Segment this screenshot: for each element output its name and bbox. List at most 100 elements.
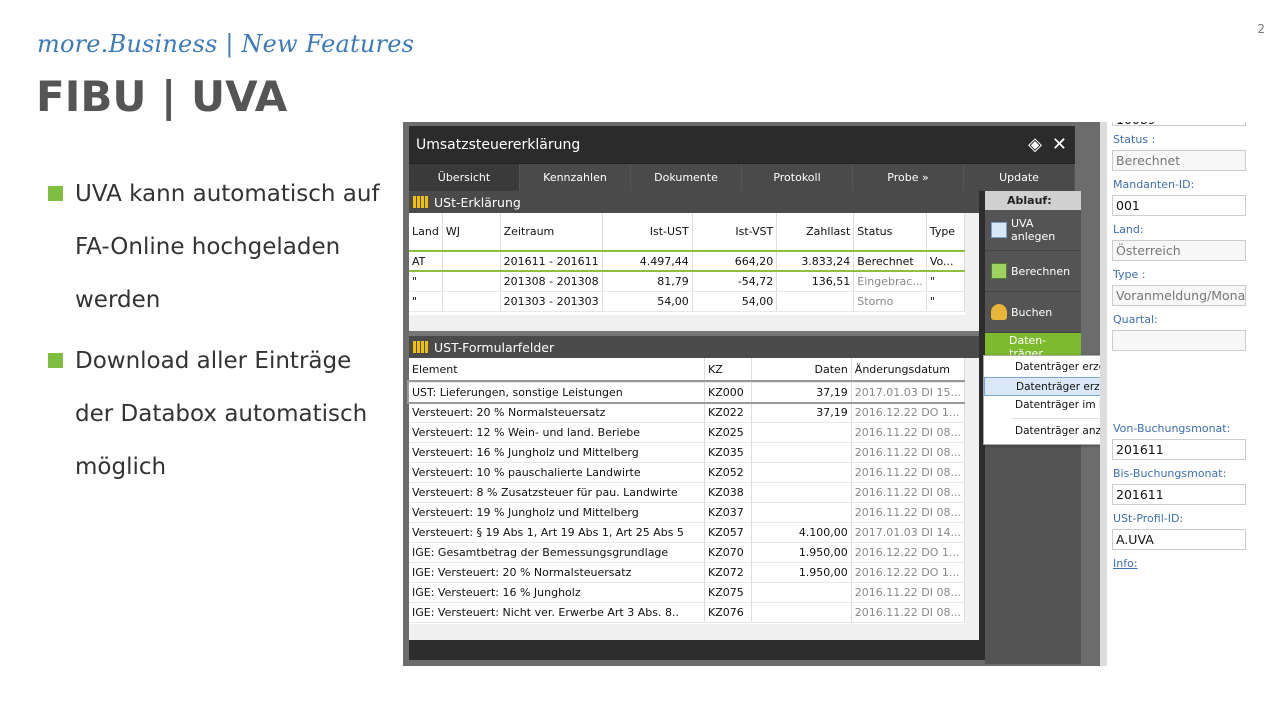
table-row[interactable]: IGE: Gesamtbetrag der Bemessungsgrundlag… <box>409 542 966 563</box>
cell-land: " <box>409 271 443 292</box>
column-header[interactable]: Ist-UST <box>602 213 693 252</box>
tab-protokoll[interactable]: Protokoll <box>742 164 853 191</box>
cell-element: Versteuert: 8 % Zusatzsteuer für pau. La… <box>409 482 705 503</box>
cell-status: Eingebrac... <box>853 271 927 292</box>
cell-kz: KZ075 <box>704 582 752 603</box>
buchen-button[interactable]: Buchen <box>985 292 1081 333</box>
cell-element: IGE: Versteuert: 16 % Jungholz <box>409 582 705 603</box>
tab-update[interactable]: Update <box>964 164 1075 191</box>
cell-kz: KZ072 <box>704 562 752 583</box>
cell-element: Versteuert: 19 % Jungholz und Mittelberg <box>409 502 705 523</box>
table-row[interactable]: Versteuert: 10 % pauschalierte Landwirte… <box>409 462 966 483</box>
column-header[interactable]: Daten <box>751 358 852 383</box>
cell-element: Versteuert: 10 % pauschalierte Landwirte <box>409 462 705 483</box>
column-header[interactable]: KZ <box>704 358 752 383</box>
cell-kz: KZ038 <box>704 482 752 503</box>
cell-ist-vst: 54,00 <box>692 291 778 312</box>
field-value[interactable]: A.UVA <box>1112 529 1246 550</box>
table-row[interactable]: Versteuert: 8 % Zusatzsteuer für pau. La… <box>409 482 966 503</box>
table-row[interactable]: " 201308 - 201308 81,79 -54,72 136,51 Ei… <box>409 271 966 292</box>
table-row[interactable]: Versteuert: § 19 Abs 1, Art 19 Abs 1, Ar… <box>409 522 966 543</box>
cell-aenderungsdatum: 2016.11.22 DI 08... <box>851 482 966 503</box>
cell-type: " <box>926 291 966 312</box>
ust-pane-header: USt-Erklärung <box>409 191 979 213</box>
vertical-scrollbar[interactable] <box>965 213 979 315</box>
tab-uebersicht[interactable]: Übersicht <box>409 164 520 191</box>
cell-aenderungsdatum: 2016.11.22 DI 08... <box>851 422 966 443</box>
slide-subtitle: more.Business | New Features <box>37 30 415 58</box>
layers-icon[interactable]: ◈ <box>1028 134 1042 155</box>
uva-anlegen-button[interactable]: UVA anlegen <box>985 210 1081 251</box>
field-value[interactable]: Voranmeldung/Monat <box>1112 285 1246 306</box>
cell-aenderungsdatum: 2016.11.22 DI 08... <box>851 502 966 523</box>
cell-daten <box>751 482 852 503</box>
cell-type: " <box>926 271 966 292</box>
bullet-square-icon <box>48 186 63 201</box>
form-pane-title: UST-Formularfelder <box>434 339 555 355</box>
cell-kz: KZ022 <box>704 402 752 423</box>
cell-ist-vst: 664,20 <box>692 250 778 272</box>
cell-daten: 37,19 <box>751 382 852 403</box>
column-header[interactable]: Element <box>409 358 705 383</box>
table-row[interactable]: Versteuert: 16 % Jungholz und Mittelberg… <box>409 442 966 463</box>
document-icon <box>991 222 1007 238</box>
vertical-scrollbar[interactable] <box>965 358 979 624</box>
field-value[interactable]: 001 <box>1112 195 1246 216</box>
column-header[interactable]: Status <box>853 213 927 252</box>
field-value[interactable]: Berechnet <box>1112 150 1246 171</box>
column-header[interactable]: Land <box>409 213 443 252</box>
column-header[interactable]: WJ <box>442 213 501 252</box>
field-value[interactable] <box>1112 330 1246 351</box>
column-header[interactable]: Type <box>926 213 966 252</box>
form-table-container: Element KZ Daten Änderungsdatum UST: Lie… <box>407 358 979 624</box>
table-row[interactable]: Versteuert: 12 % Wein- und land. Beriebe… <box>409 422 966 443</box>
table-row[interactable]: IGE: Versteuert: 16 % Jungholz KZ075 2016.… <box>409 582 966 603</box>
table-row[interactable]: Versteuert: 19 % Jungholz und Mittelberg… <box>409 502 966 523</box>
berechnen-button[interactable]: Berechnen <box>985 251 1081 292</box>
cell-kz: KZ037 <box>704 502 752 523</box>
cell-element: Versteuert: 16 % Jungholz und Mittelberg <box>409 442 705 463</box>
bullet-square-icon <box>48 353 63 368</box>
cell-daten: 37,19 <box>751 402 852 423</box>
cell-zahllast: 3.833,24 <box>776 250 855 272</box>
table-row[interactable]: " 201303 - 201303 54,00 54,00 Storno " <box>409 291 966 312</box>
cell-element: Versteuert: 12 % Wein- und land. Beriebe <box>409 422 705 443</box>
table-row[interactable]: IGE: Versteuert: 20 % Normalsteuersatz KZ… <box>409 562 966 583</box>
tab-dokumente[interactable]: Dokumente <box>631 164 742 191</box>
field-value[interactable]: 201611 <box>1112 484 1246 505</box>
cell-ist-ust: 4.497,44 <box>602 250 693 272</box>
cell-element: IGE: Gesamtbetrag der Bemessungsgrundlag… <box>409 542 705 563</box>
window-titlebar: Umsatzsteuererklärung ◈ ✕ <box>409 126 1075 163</box>
grid-icon <box>413 196 428 208</box>
cell-status: Storno <box>853 291 927 312</box>
horizontal-scrollbar[interactable] <box>409 315 979 331</box>
ablauf-header: Ablauf: <box>985 191 1081 210</box>
close-icon[interactable]: ✕ <box>1052 134 1067 155</box>
horizontal-scrollbar[interactable] <box>409 624 979 640</box>
tab-kennzahlen[interactable]: Kennzahlen <box>520 164 631 191</box>
cell-element: UST: Lieferungen, sonstige Leistungen <box>409 382 705 403</box>
field-value[interactable]: 201611 <box>1112 439 1246 460</box>
cell-ist-vst: -54,72 <box>692 271 778 292</box>
tab-probe[interactable]: Probe » <box>853 164 964 191</box>
cell-wj <box>442 271 501 292</box>
table-row[interactable]: UST: Lieferungen, sonstige Leistungen KZ0… <box>407 380 967 404</box>
cell-daten: 1.950,00 <box>751 562 852 583</box>
field-value[interactable]: Österreich <box>1112 240 1246 261</box>
grid-icon <box>413 341 428 353</box>
table-row[interactable]: Versteuert: 20 % Normalsteuersatz KZ022 37… <box>409 402 966 423</box>
table-row[interactable]: IGE: Versteuert: Nicht ver. Erwerbe Art … <box>409 602 966 623</box>
sidebar-item-label: Buchen <box>1011 305 1053 319</box>
column-header[interactable]: Ist-VST <box>692 213 778 252</box>
bullet-text: Download aller Einträge der Databox auto… <box>75 348 368 480</box>
column-header[interactable]: Zeitraum <box>500 213 603 252</box>
cell-kz: KZ057 <box>704 522 752 543</box>
top-field[interactable]: 10089 <box>1112 122 1246 127</box>
column-header[interactable]: Änderungsdatum <box>851 358 966 383</box>
column-header[interactable]: Zahllast <box>776 213 855 252</box>
table-row[interactable]: AT 201611 - 201611 4.497,44 664,20 3.833… <box>409 250 966 272</box>
app-screenshot: Umsatzsteuererklärung ◈ ✕ Übersicht Kenn… <box>403 122 1246 666</box>
cell-daten <box>751 502 852 523</box>
cell-daten <box>751 602 852 623</box>
cell-element: IGE: Versteuert: 20 % Normalsteuersatz <box>409 562 705 583</box>
